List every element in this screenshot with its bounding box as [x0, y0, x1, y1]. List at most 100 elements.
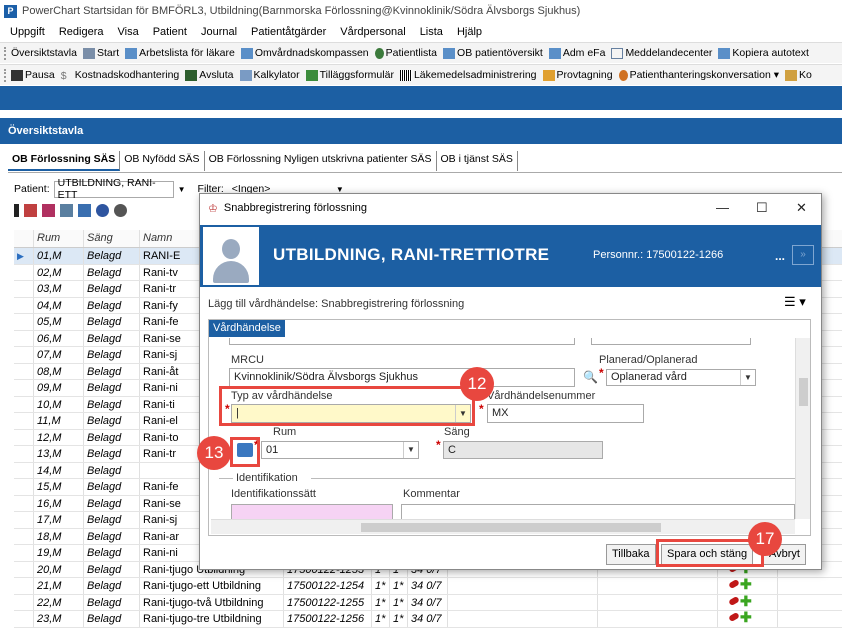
row-marker — [14, 462, 34, 478]
tab-ob-forlossning-nyligen[interactable]: OB Förlossning Nyligen utskrivna patient… — [205, 151, 437, 171]
banner-more-button[interactable]: ... — [775, 249, 785, 263]
grid-header-rum[interactable]: Rum — [34, 230, 84, 247]
cell-sang: Belagd — [84, 561, 140, 577]
table-row[interactable]: 23,M Belagd Rani-tjugo-tre Utbildning 17500… — [14, 611, 842, 628]
chevron-down-icon[interactable]: ▼ — [178, 185, 186, 194]
toolbar-start[interactable]: Start — [82, 47, 119, 59]
top-input-cut[interactable] — [229, 338, 575, 345]
row-marker — [14, 578, 34, 594]
planerad-select[interactable]: Oplanerad vård ▼ — [606, 369, 756, 386]
pin-icon[interactable] — [14, 204, 19, 217]
mrcu-input[interactable]: Kvinnoklinik/Södra Älvsborgs Sjukhus — [229, 368, 575, 387]
tab-ob-forlossning-sas[interactable]: OB Förlossning SÄS — [8, 151, 121, 171]
toolbar-grip — [4, 68, 7, 82]
cell-status-icons: ✚ — [718, 594, 778, 610]
chevron-right-icon[interactable]: » — [792, 245, 814, 265]
toolbar-provtagning[interactable]: Provtagning — [542, 69, 613, 81]
callout-badge-13: 13 — [197, 436, 231, 470]
hamburger-menu-icon[interactable]: ☰ ▾ — [784, 294, 806, 310]
maximize-button[interactable]: ☐ — [756, 200, 768, 216]
toolbar-kostnadskodhantering[interactable]: $ Kostnadskodhantering — [61, 69, 180, 82]
row-marker — [14, 297, 34, 313]
scrollbar-thumb[interactable] — [361, 523, 661, 532]
cell-rum: 18,M — [34, 528, 84, 544]
cell-rum: 01,M — [34, 248, 84, 264]
cell-namn: Rani-tjugo-ett Utbildning — [140, 578, 284, 594]
toolbar-tillaggsformular[interactable]: Tilläggsformulär — [305, 69, 394, 81]
toolbar-arbetslista[interactable]: Arbetslista för läkare — [125, 47, 235, 59]
tab-vardhandelse[interactable]: Vårdhändelse — [209, 320, 285, 337]
document-edit-icon[interactable] — [42, 204, 55, 217]
grid-header-marker — [14, 230, 34, 247]
menu-uppgift[interactable]: Uppgift — [10, 26, 45, 38]
toolbar-patienthanteringskonversation[interactable]: Patienthanteringskonversation ▾ — [618, 69, 779, 81]
menu-patientatgarder[interactable]: Patientåtgärder — [251, 26, 326, 38]
cell-sang: Belagd — [84, 297, 140, 313]
vertical-scrollbar[interactable] — [795, 338, 810, 519]
cell-rum: 17,M — [34, 512, 84, 528]
toolbar-ob-patientoversikt[interactable]: OB patientöversikt — [443, 47, 543, 59]
cell-rum: 11,M — [34, 413, 84, 429]
cell-sang: Belagd — [84, 363, 140, 379]
table-row[interactable]: 21,M Belagd Rani-tjugo-ett Utbildning 17500… — [14, 578, 842, 595]
panel-content: MRCU Kvinnoklinik/Södra Älvsborgs Sjukhu… — [211, 338, 795, 519]
refresh-icon[interactable] — [60, 204, 73, 217]
add-plus-icon[interactable]: ✚ — [740, 578, 752, 591]
minimize-button[interactable]: — — [716, 200, 729, 215]
cell-rum: 03,M — [34, 281, 84, 297]
personnummer: Personnr.: 17500122-1266 — [593, 249, 724, 261]
toolbar-patientlista[interactable]: Patientlista — [374, 47, 437, 59]
menu-bar: Uppgift Redigera Visa Patient Journal Pa… — [0, 22, 842, 42]
grid-header-sang[interactable]: Säng — [84, 230, 140, 247]
add-plus-icon[interactable]: ✚ — [740, 611, 752, 624]
toolbar-lakemedelsadministrering[interactable]: Läkemedelsadministrering — [399, 69, 537, 81]
toolbar-kopiera-autotext[interactable]: Kopiera autotext — [718, 47, 809, 59]
toolbar-avsluta[interactable]: Avsluta — [185, 69, 234, 81]
toolbar-oversiktstavla[interactable]: Översiktstavla — [11, 47, 77, 59]
row-marker — [14, 380, 34, 396]
kommentar-input[interactable] — [401, 504, 795, 519]
sang-select[interactable]: C — [443, 441, 603, 459]
tillbaka-button[interactable]: Tillbaka — [606, 544, 656, 565]
settings-icon[interactable] — [114, 204, 127, 217]
menu-patient[interactable]: Patient — [153, 26, 187, 38]
menu-lista[interactable]: Lista — [420, 26, 443, 38]
toolbar-omvardnadskompassen[interactable]: Omvårdnadskompassen — [240, 47, 369, 59]
cell-rum: 20,M — [34, 561, 84, 577]
menu-visa[interactable]: Visa — [118, 26, 139, 38]
search-icon[interactable]: 🔍 — [583, 370, 598, 384]
add-plus-icon[interactable]: ✚ — [740, 595, 752, 608]
add-icon[interactable] — [96, 204, 109, 217]
edit-icon[interactable] — [24, 204, 37, 217]
toolbar-meddelandecenter[interactable]: Meddelandecenter — [611, 47, 712, 59]
cell-col-a: 1* — [372, 611, 390, 627]
status-icons: ✚ — [728, 578, 777, 591]
toolbar-overflow[interactable]: Ko — [785, 69, 812, 81]
cell-personnr: 17500122-1256 — [284, 611, 372, 627]
cell-sang: Belagd — [84, 380, 140, 396]
cell-sang: Belagd — [84, 594, 140, 610]
horizontal-scrollbar[interactable] — [211, 519, 795, 534]
tab-ob-nyfodd-sas[interactable]: OB Nyfödd SÄS — [120, 151, 205, 171]
patient-banner: UTBILDNING, RANI-TRETTIOTRE Personnr.: 1… — [200, 225, 821, 287]
menu-journal[interactable]: Journal — [201, 26, 237, 38]
cell-rum: 02,M — [34, 264, 84, 280]
top-input-cut-right[interactable] — [591, 338, 751, 345]
toolbar-kalkylator[interactable]: Kalkylator — [239, 69, 300, 81]
cell-status-icons: ✚ — [718, 578, 778, 594]
menu-hjalp[interactable]: Hjälp — [457, 26, 482, 38]
tab-ob-i-tjanst-sas[interactable]: OB i tjänst SÄS — [437, 151, 518, 171]
close-button[interactable]: ✕ — [796, 200, 807, 216]
patient-select[interactable]: UTBILDNING, RANI-ETT — [53, 177, 174, 201]
toolbar-pausa[interactable]: Pausa — [11, 69, 55, 81]
chart-icon[interactable] — [78, 204, 91, 217]
toolbar-adm-efa[interactable]: Adm eFa — [548, 47, 605, 59]
menu-vardpersonal[interactable]: Vårdpersonal — [340, 26, 405, 38]
menu-redigera[interactable]: Redigera — [59, 26, 104, 38]
scrollbar-thumb[interactable] — [799, 378, 808, 406]
vardhandelsenummer-input[interactable]: MX — [487, 404, 644, 423]
rum-select[interactable]: 01 ▼ — [261, 441, 419, 459]
cell-rum: 06,M — [34, 330, 84, 346]
table-row[interactable]: 22,M Belagd Rani-tjugo-två Utbildning 17500… — [14, 594, 842, 611]
identifikationssatt-select[interactable] — [231, 504, 393, 519]
